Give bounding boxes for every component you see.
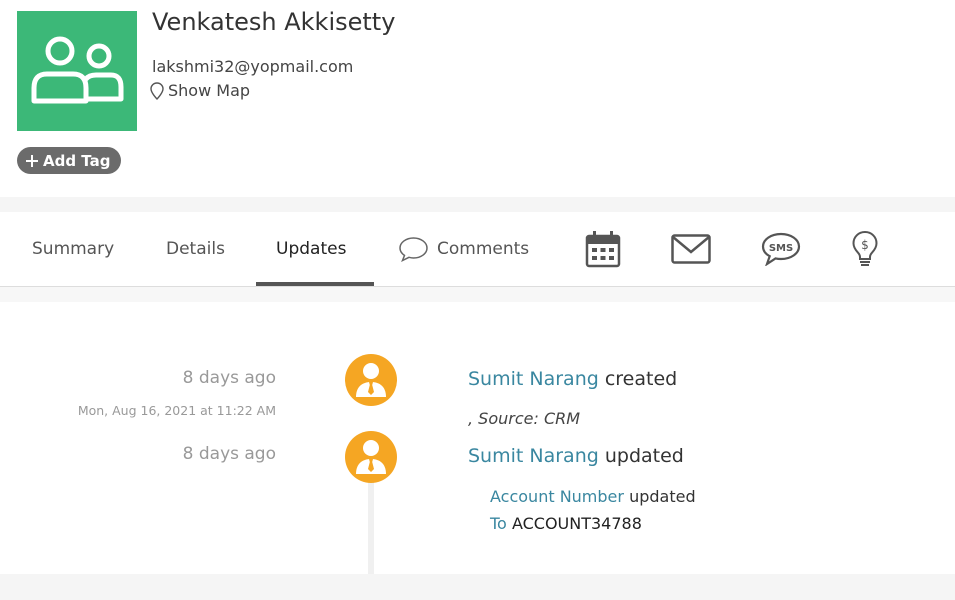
- contact-avatar: [17, 11, 137, 131]
- calendar-icon: [585, 231, 621, 268]
- tab-details[interactable]: Details: [166, 212, 225, 286]
- tab-bar: Summary Details Updates Comments SMS $: [0, 212, 955, 287]
- section-divider: [0, 197, 955, 212]
- timeline-connector: [368, 480, 374, 574]
- timeline-relative-time: 8 days ago: [182, 444, 276, 464]
- field-action: updated: [629, 487, 696, 506]
- entry-action: created: [604, 368, 678, 390]
- comment-icon: [399, 237, 428, 262]
- email-icon: [671, 234, 711, 264]
- user-icon: [356, 363, 386, 397]
- section-divider: [0, 287, 955, 302]
- tab-label: Summary: [32, 239, 115, 259]
- lightbulb-icon: $: [852, 230, 878, 266]
- tab-comments[interactable]: Comments: [398, 212, 529, 286]
- add-tag-label: Add Tag: [43, 151, 111, 170]
- page-footer-gap: [0, 574, 955, 600]
- timeline-relative-time: 8 days ago: [182, 368, 276, 388]
- tab-label: Details: [166, 239, 225, 259]
- tab-sms[interactable]: SMS: [760, 212, 802, 286]
- to-label: To: [490, 514, 507, 533]
- entry-action: updated: [604, 445, 684, 467]
- add-tag-button[interactable]: Add Tag: [17, 147, 122, 174]
- field-name: Account Number: [490, 487, 624, 506]
- to-value: ACCOUNT34788: [511, 514, 642, 533]
- svg-text:$: $: [861, 238, 869, 252]
- user-icon: [356, 440, 386, 474]
- tab-ideas[interactable]: $: [850, 212, 880, 286]
- tab-label: Comments: [437, 239, 530, 259]
- tab-label: Updates: [276, 239, 347, 259]
- field-new-value: To ACCOUNT34788: [490, 514, 642, 533]
- timeline-absolute-time: Mon, Aug 16, 2021 at 11:22 AM: [77, 403, 276, 418]
- show-map-link[interactable]: Show Map: [150, 81, 250, 100]
- tab-email[interactable]: [670, 212, 712, 286]
- map-pin-icon: [150, 81, 164, 100]
- tab-calendar[interactable]: [584, 212, 622, 286]
- tab-updates[interactable]: Updates: [276, 212, 346, 286]
- timeline-entry-text: Sumit Narang created: [468, 368, 677, 390]
- contact-email: lakshmi32@yopmail.com: [152, 57, 354, 76]
- user-link[interactable]: Sumit Narang: [468, 368, 599, 390]
- tab-summary[interactable]: Summary: [32, 212, 114, 286]
- user-link[interactable]: Sumit Narang: [468, 445, 599, 467]
- user-avatar: [345, 431, 397, 483]
- updates-timeline: [0, 302, 955, 574]
- timeline-entry-text: Sumit Narang updated: [468, 445, 684, 467]
- svg-text:SMS: SMS: [769, 243, 793, 254]
- entry-source: , Source: CRM: [468, 409, 581, 428]
- contacts-icon: [31, 36, 124, 104]
- contact-header: Venkatesh Akkisetty lakshmi32@yopmail.co…: [0, 0, 955, 197]
- contact-name: Venkatesh Akkisetty: [152, 8, 396, 36]
- user-avatar: [345, 354, 397, 406]
- field-change: Account Number updated: [490, 487, 696, 506]
- active-tab-indicator: [256, 282, 374, 286]
- sms-icon: SMS: [761, 232, 801, 266]
- plus-icon: [26, 154, 38, 167]
- show-map-label: Show Map: [168, 81, 251, 100]
